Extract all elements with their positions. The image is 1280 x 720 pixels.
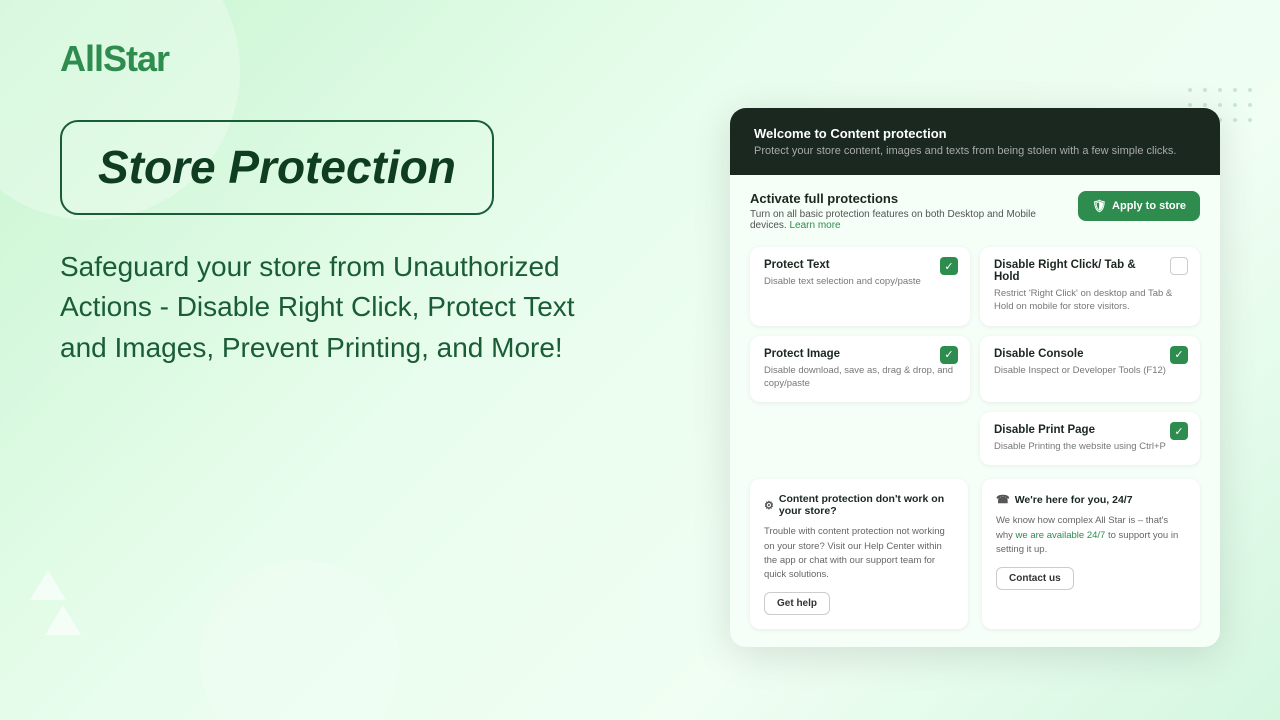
protect-image-desc: Disable download, save as, drag & drop, … [764,364,956,391]
protect-text-card[interactable]: Protect Text Disable text selection and … [750,247,970,326]
protect-text-desc: Disable text selection and copy/paste [764,275,956,288]
disable-print-card[interactable]: Disable Print Page Disable Printing the … [980,412,1200,465]
content-panel: Welcome to Content protection Protect yo… [730,108,1220,647]
bottom-info-section: ⚙ Content protection don't work on your … [730,479,1220,647]
get-help-button[interactable]: Get help [764,592,830,615]
support-card-header: ☎ We're here for you, 24/7 [996,493,1186,506]
help-card-title: Content protection don't work on your st… [779,493,954,517]
support-card-title: We're here for you, 24/7 [1015,494,1133,506]
disable-right-click-title: Disable Right Click/ Tab & Hold [994,259,1186,283]
disable-print-desc: Disable Printing the website using Ctrl+… [994,440,1186,453]
activate-section: Activate full protections Turn on all ba… [730,175,1220,241]
disable-right-click-checkbox[interactable] [1170,257,1188,275]
protect-text-title: Protect Text [764,259,956,271]
support-icon: ☎ [996,493,1010,506]
apply-to-store-button[interactable]: 🛡 Apply to store [1078,191,1200,221]
disable-console-checkbox[interactable]: ✓ [1170,346,1188,364]
page-title: Store Protection [98,142,456,193]
warning-icon: ⚙ [764,499,774,512]
support-card: ☎ We're here for you, 24/7 We know how c… [982,479,1200,629]
left-content: Store Protection Safeguard your store fr… [60,120,580,368]
disable-print-title: Disable Print Page [994,424,1186,436]
subtitle-text: Safeguard your store from Unauthorized A… [60,247,580,369]
protection-cards-grid: Protect Text Disable text selection and … [730,241,1220,479]
disable-right-click-desc: Restrict 'Right Click' on desktop and Ta… [994,287,1186,314]
logo: AllStar [60,38,169,80]
protect-image-checkbox[interactable]: ✓ [940,346,958,364]
panel-header-title: Welcome to Content protection [754,126,1196,141]
logo-text: AllStar [60,38,169,80]
activate-desc: Turn on all basic protection features on… [750,209,1066,231]
panel-header: Welcome to Content protection Protect yo… [730,108,1220,175]
title-box: Store Protection [60,120,494,215]
help-card-text: Trouble with content protection not work… [764,525,954,582]
disable-console-card[interactable]: Disable Console Disable Inspect or Devel… [980,336,1200,403]
disable-console-title: Disable Console [994,348,1186,360]
disable-console-desc: Disable Inspect or Developer Tools (F12) [994,364,1186,377]
support-card-text: We know how complex All Star is – that's… [996,514,1186,557]
help-card-header: ⚙ Content protection don't work on your … [764,493,954,517]
disable-right-click-card[interactable]: Disable Right Click/ Tab & Hold Restrict… [980,247,1200,326]
learn-more-link[interactable]: Learn more [789,220,840,231]
protect-image-card[interactable]: Protect Image Disable download, save as,… [750,336,970,403]
shield-icon: 🛡 [1092,199,1107,213]
protect-text-checkbox[interactable]: ✓ [940,257,958,275]
panel-header-subtitle: Protect your store content, images and t… [754,145,1196,157]
help-card: ⚙ Content protection don't work on your … [750,479,968,629]
protect-image-title: Protect Image [764,348,956,360]
disable-print-checkbox[interactable]: ✓ [1170,422,1188,440]
activate-text: Activate full protections Turn on all ba… [750,191,1066,231]
activate-title: Activate full protections [750,191,1066,206]
contact-us-button[interactable]: Contact us [996,567,1074,590]
availability-link[interactable]: we are available 24/7 [1016,530,1106,541]
